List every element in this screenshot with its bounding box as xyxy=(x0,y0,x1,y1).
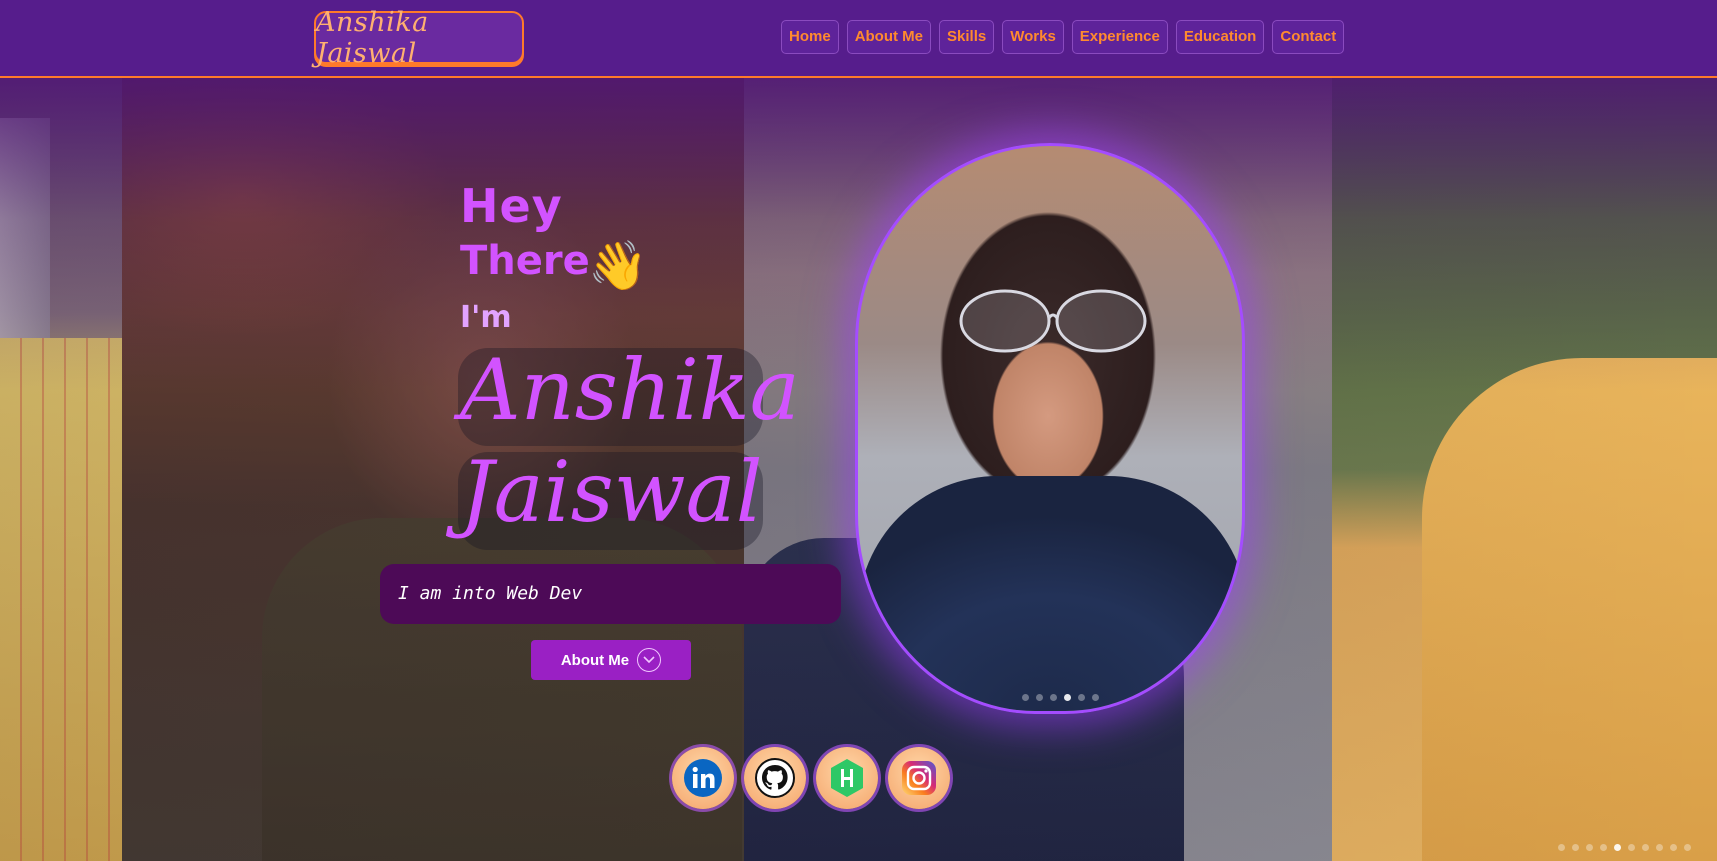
carousel-dot[interactable] xyxy=(1092,694,1099,701)
greeting-there: There xyxy=(460,238,590,284)
nav-home[interactable]: Home xyxy=(781,20,839,54)
carousel-dot[interactable] xyxy=(1614,844,1621,851)
greeting-hey: Hey xyxy=(460,179,563,233)
about-me-button[interactable]: About Me xyxy=(531,640,691,680)
carousel-dot[interactable] xyxy=(1628,844,1635,851)
instagram-icon[interactable] xyxy=(888,747,950,809)
typing-tagline: I am into Web Dev xyxy=(380,564,841,624)
hackerrank-icon[interactable] xyxy=(816,747,878,809)
nav-skills[interactable]: Skills xyxy=(939,20,995,54)
carousel-dot[interactable] xyxy=(1656,844,1663,851)
carousel-dot[interactable] xyxy=(1558,844,1565,851)
chevron-down-icon xyxy=(637,648,662,672)
carousel-dot[interactable] xyxy=(1670,844,1677,851)
nav-contact[interactable]: Contact xyxy=(1272,20,1345,54)
linkedin-icon[interactable] xyxy=(672,747,734,809)
profile-photo xyxy=(855,143,1245,714)
nav-about-me[interactable]: About Me xyxy=(846,20,932,54)
site-logo[interactable]: Anshika Jaiswal xyxy=(314,7,524,69)
nav-works[interactable]: Works xyxy=(1002,20,1064,54)
about-me-button-label: About Me xyxy=(560,651,630,669)
site-header: Anshika Jaiswal Home About Me Skills Wor… xyxy=(0,0,1717,78)
carousel-indicator-portrait xyxy=(1022,694,1099,701)
carousel-dot[interactable] xyxy=(1600,844,1607,851)
carousel-dot[interactable] xyxy=(1586,844,1593,851)
nav-experience[interactable]: Experience xyxy=(1071,20,1168,54)
carousel-dot[interactable] xyxy=(1642,844,1649,851)
carousel-dot[interactable] xyxy=(1684,844,1691,851)
social-links xyxy=(672,747,950,809)
carousel-dot[interactable] xyxy=(1078,694,1085,701)
first-name-heading: Anshika xyxy=(460,341,800,439)
last-name-heading: Jaiswal xyxy=(460,443,763,541)
carousel-dot[interactable] xyxy=(1022,694,1029,701)
carousel-dot[interactable] xyxy=(1036,694,1043,701)
github-icon[interactable] xyxy=(744,747,806,809)
greeting-im: I'm xyxy=(460,300,512,335)
glasses-detail xyxy=(959,289,1147,353)
carousel-dot[interactable] xyxy=(1050,694,1057,701)
main-nav: Home About Me Skills Works Experience Ed… xyxy=(781,20,1345,54)
nav-education[interactable]: Education xyxy=(1175,20,1265,54)
waving-hand-icon: 👋 xyxy=(588,238,648,294)
carousel-dot[interactable] xyxy=(1572,844,1579,851)
carousel-dot[interactable] xyxy=(1064,694,1071,701)
carousel-indicator-right xyxy=(1558,844,1691,851)
